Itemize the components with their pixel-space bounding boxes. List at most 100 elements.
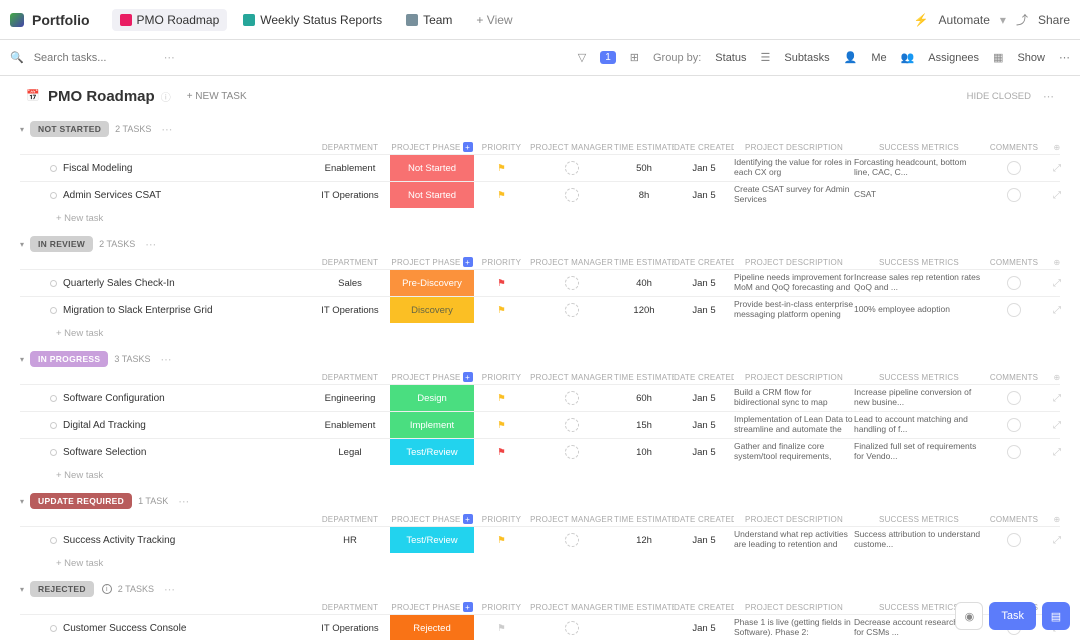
date-cell[interactable]: Jan 5 <box>674 305 734 316</box>
department-cell[interactable]: IT Operations <box>310 190 390 201</box>
expand-icon[interactable]: ⤢ <box>1044 305 1070 316</box>
col-description[interactable]: PROJECT DESCRIPTION <box>734 515 854 524</box>
filter-icon[interactable]: ▽ <box>578 51 586 64</box>
status-dot-icon[interactable] <box>50 395 57 402</box>
comments-cell[interactable] <box>984 418 1044 432</box>
col-phase[interactable]: PROJECT PHASE + <box>390 514 474 524</box>
task-row[interactable]: Quarterly Sales Check-In Sales Pre-Disco… <box>20 269 1060 296</box>
group-by-value[interactable]: Status <box>715 52 746 64</box>
priority-cell[interactable]: ⚑ <box>474 305 529 316</box>
col-metrics[interactable]: SUCCESS METRICS <box>854 258 984 267</box>
col-manager[interactable]: PROJECT MANAGER <box>529 515 614 524</box>
date-cell[interactable]: Jan 5 <box>674 420 734 431</box>
col-date[interactable]: DATE CREATED <box>674 373 734 382</box>
department-cell[interactable]: HR <box>310 535 390 546</box>
add-view-button[interactable]: + View <box>468 9 520 31</box>
manager-cell[interactable] <box>529 418 614 432</box>
task-row[interactable]: Customer Success Console IT Operations R… <box>20 614 1060 640</box>
estimate-cell[interactable]: 50h <box>614 163 674 174</box>
manager-cell[interactable] <box>529 391 614 405</box>
status-chip[interactable]: IN REVIEW <box>30 236 93 252</box>
date-cell[interactable]: Jan 5 <box>674 623 734 634</box>
estimate-cell[interactable]: 10h <box>614 447 674 458</box>
description-cell[interactable]: Phase 1 is live (getting fields in Softw… <box>734 618 854 638</box>
manager-cell[interactable] <box>529 621 614 635</box>
expand-icon[interactable]: ⤢ <box>1044 190 1070 201</box>
add-column-icon[interactable]: ⊕ <box>1044 515 1070 524</box>
comments-cell[interactable] <box>984 533 1044 547</box>
automate-button[interactable]: Automate <box>939 13 990 27</box>
status-dot-icon[interactable] <box>50 537 57 544</box>
col-estimate[interactable]: TIME ESTIMATE <box>614 373 674 382</box>
metrics-cell[interactable]: Increase sales rep retention rates QoQ a… <box>854 273 984 293</box>
col-phase[interactable]: PROJECT PHASE + <box>390 602 474 612</box>
more-icon[interactable]: ⋯ <box>145 238 156 251</box>
collapse-icon[interactable]: ▾ <box>20 497 24 506</box>
hide-closed-toggle[interactable]: HIDE CLOSED <box>967 91 1031 102</box>
description-cell[interactable]: Create CSAT survey for Admin Services <box>734 185 854 205</box>
phase-cell[interactable]: Implement <box>390 412 474 438</box>
description-cell[interactable]: Implementation of Lean Data to streamlin… <box>734 415 854 435</box>
department-cell[interactable]: Enablement <box>310 163 390 174</box>
metrics-cell[interactable]: Lead to account matching and handling of… <box>854 415 984 435</box>
date-cell[interactable]: Jan 5 <box>674 535 734 546</box>
description-cell[interactable]: Pipeline needs improvement for MoM and Q… <box>734 273 854 293</box>
col-manager[interactable]: PROJECT MANAGER <box>529 373 614 382</box>
collapse-icon[interactable]: ▾ <box>20 240 24 249</box>
metrics-cell[interactable]: Success attribution to understand custom… <box>854 530 984 550</box>
expand-icon[interactable]: ⤢ <box>1044 535 1070 546</box>
col-estimate[interactable]: TIME ESTIMATE <box>614 143 674 152</box>
phase-cell[interactable]: Design <box>390 385 474 411</box>
status-dot-icon[interactable] <box>50 449 57 456</box>
tab-pmo-roadmap[interactable]: PMO Roadmap <box>112 9 228 31</box>
col-metrics[interactable]: SUCCESS METRICS <box>854 143 984 152</box>
group-header[interactable]: ▾ REJECTEDi2 TASKS ⋯ <box>20 579 1060 599</box>
info-icon[interactable]: ⓘ <box>161 89 171 104</box>
col-phase[interactable]: PROJECT PHASE + <box>390 372 474 382</box>
manager-cell[interactable] <box>529 533 614 547</box>
new-task-fab[interactable]: Task <box>989 602 1036 630</box>
comments-cell[interactable] <box>984 276 1044 290</box>
col-department[interactable]: DEPARTMENT <box>310 515 390 524</box>
date-cell[interactable]: Jan 5 <box>674 278 734 289</box>
department-cell[interactable]: IT Operations <box>310 305 390 316</box>
metrics-cell[interactable]: Increase pipeline conversion of new busi… <box>854 388 984 408</box>
more-icon[interactable]: ⋯ <box>161 353 172 366</box>
metrics-cell[interactable]: Forcasting headcount, bottom line, CAC, … <box>854 158 984 178</box>
priority-cell[interactable]: ⚑ <box>474 278 529 289</box>
new-task-inline-button[interactable]: + New task <box>20 465 1060 483</box>
date-cell[interactable]: Jan 5 <box>674 190 734 201</box>
status-dot-icon[interactable] <box>50 165 57 172</box>
add-column-icon[interactable]: ⊕ <box>1044 373 1070 382</box>
manager-cell[interactable] <box>529 161 614 175</box>
group-header[interactable]: ▾ UPDATE REQUIRED1 TASK ⋯ <box>20 491 1060 511</box>
task-row[interactable]: Success Activity Tracking HR Test/Review… <box>20 526 1060 553</box>
col-comments[interactable]: COMMENTS <box>984 515 1044 524</box>
share-button[interactable]: Share <box>1038 13 1070 27</box>
notes-button[interactable]: ▤ <box>1042 602 1070 630</box>
add-column-icon[interactable]: ⊕ <box>1044 258 1070 267</box>
date-cell[interactable]: Jan 5 <box>674 163 734 174</box>
expand-icon[interactable]: ⤢ <box>1044 278 1070 289</box>
date-cell[interactable]: Jan 5 <box>674 393 734 404</box>
show-toggle[interactable]: Show <box>1017 52 1045 64</box>
manager-cell[interactable] <box>529 188 614 202</box>
comments-cell[interactable] <box>984 391 1044 405</box>
add-column-icon[interactable]: ⊕ <box>1044 143 1070 152</box>
metrics-cell[interactable]: 100% employee adoption <box>854 305 984 315</box>
department-cell[interactable]: Enablement <box>310 420 390 431</box>
expand-icon[interactable]: ⤢ <box>1044 163 1070 174</box>
tab-team[interactable]: Team <box>398 9 460 31</box>
priority-cell[interactable]: ⚑ <box>474 623 529 634</box>
search-input[interactable] <box>34 52 154 64</box>
col-estimate[interactable]: TIME ESTIMATE <box>614 515 674 524</box>
collapse-icon[interactable]: ▾ <box>20 355 24 364</box>
description-cell[interactable]: Understand what rep activities are leadi… <box>734 530 854 550</box>
tab-weekly-status[interactable]: Weekly Status Reports <box>235 9 390 31</box>
record-button[interactable]: ◉ <box>955 602 983 630</box>
new-task-inline-button[interactable]: + New task <box>20 208 1060 226</box>
status-chip[interactable]: UPDATE REQUIRED <box>30 493 132 509</box>
comments-cell[interactable] <box>984 303 1044 317</box>
more-icon[interactable]: ⋯ <box>164 583 175 596</box>
phase-cell[interactable]: Rejected <box>390 615 474 640</box>
